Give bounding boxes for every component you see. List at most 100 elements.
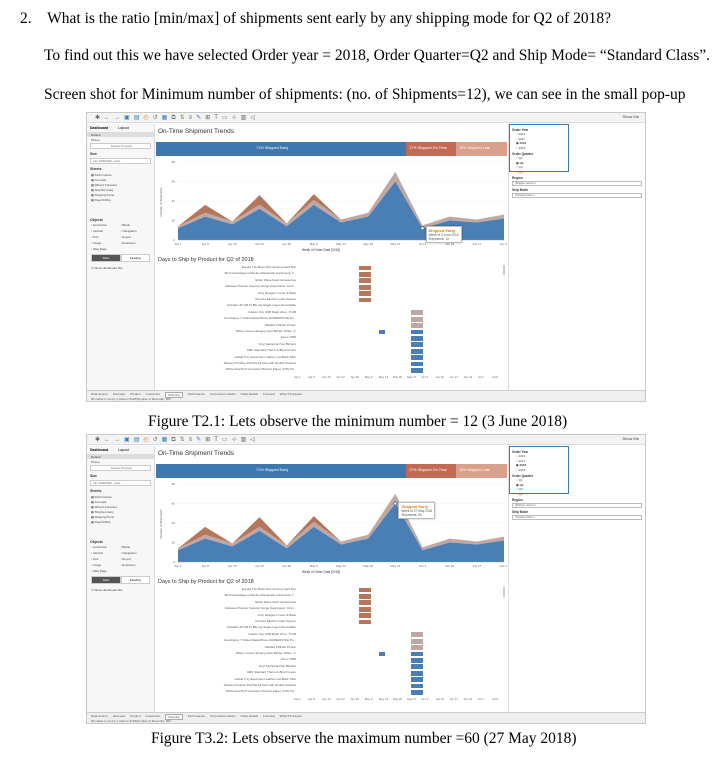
sheet-tab[interactable]: Performance [188, 392, 205, 398]
size-dropdown[interactable]: min 1000x620 - auto [90, 480, 151, 486]
sort-icon[interactable]: ≡ [189, 437, 193, 443]
shipment-status-banner[interactable]: 71% Shipped Early 17% Shipped On Time 12… [156, 142, 507, 156]
sheet-tab[interactable]: Forecast [263, 714, 275, 720]
share-icon[interactable]: ◁ [250, 437, 255, 443]
label-icon[interactable]: T [214, 115, 218, 121]
sheet-tab[interactable]: What If Forecast [280, 714, 302, 720]
object-item[interactable] [121, 247, 151, 251]
gantt-bar[interactable] [411, 664, 424, 670]
gantt-bar[interactable] [411, 645, 424, 650]
forward-icon[interactable]: → [114, 437, 120, 443]
object-item[interactable]: ▫ Extension [121, 563, 151, 567]
gantt-bar[interactable] [411, 361, 424, 367]
swap-icon[interactable]: ⇅ [180, 115, 185, 121]
object-item[interactable]: ▫ Text [91, 557, 121, 561]
gantt-bar[interactable] [411, 677, 424, 682]
gantt-bar[interactable] [378, 651, 385, 657]
gantt-bar[interactable] [358, 291, 371, 296]
gantt-bar[interactable] [358, 271, 371, 277]
gantt-bar[interactable] [411, 632, 424, 638]
object-item[interactable]: ▫ Blank [121, 223, 151, 227]
object-item[interactable]: ▫ Vertical [91, 551, 121, 555]
object-item[interactable]: ▫ Navigation [121, 229, 151, 233]
gantt-bar[interactable] [411, 316, 424, 322]
gantt-bar[interactable] [411, 683, 424, 689]
object-item[interactable]: ▫ Horizontal [91, 223, 121, 227]
group-icon[interactable]: ⊞ [205, 115, 210, 121]
show-me-button[interactable]: Show Me [622, 114, 639, 119]
device-phone[interactable]: Phone [87, 137, 154, 142]
gantt-bar[interactable] [358, 606, 371, 612]
object-item[interactable]: ▫ Text [91, 235, 121, 239]
object-item[interactable]: ▫ Navigation [121, 551, 151, 555]
back-icon[interactable]: ← [104, 437, 110, 443]
region-dropdown[interactable]: (Multiple values) ▾ [512, 503, 642, 508]
series-shipped-ontime-area[interactable] [178, 493, 504, 551]
floating-button[interactable]: Floating [120, 254, 150, 262]
pause-icon[interactable]: ◴ [143, 115, 148, 121]
sheet-tab[interactable]: Order Details [240, 392, 258, 398]
object-item[interactable]: ▫ Horizontal [91, 545, 121, 549]
gantt-bar[interactable] [358, 593, 371, 599]
logo-icon[interactable]: ✱ [95, 115, 100, 121]
back-icon[interactable]: ← [104, 115, 110, 121]
show-me-button[interactable]: Show Me [622, 436, 639, 441]
save-icon[interactable]: ▣ [124, 115, 130, 121]
floating-button[interactable]: Floating [120, 576, 150, 584]
ship-mode-dropdown[interactable]: Standard Class ▾ [512, 515, 642, 520]
sheet-tab[interactable]: Commission Model [210, 714, 236, 720]
sheet-tab[interactable]: What If Forecast [280, 392, 302, 398]
highlight-icon[interactable]: ✎ [196, 437, 201, 443]
tab-layout[interactable]: Layout [118, 448, 129, 452]
gantt-bar[interactable] [411, 355, 424, 360]
forward-icon[interactable]: → [114, 115, 120, 121]
tiled-button[interactable]: Tiled [91, 576, 121, 584]
pin-icon[interactable]: ⊹ [232, 437, 237, 443]
gantt-bar[interactable] [411, 348, 424, 354]
gantt-bar[interactable] [358, 265, 371, 271]
object-item[interactable] [121, 569, 151, 573]
gantt-bar[interactable] [411, 657, 424, 663]
pause-icon[interactable]: ◴ [143, 437, 148, 443]
undo-icon[interactable]: ↺ [153, 115, 158, 121]
series-shipped-early-area[interactable] [178, 503, 504, 563]
new-datasource-icon[interactable]: ▤ [134, 437, 140, 443]
highlighted-point[interactable] [420, 226, 425, 231]
device-phone[interactable]: Phone [87, 459, 154, 464]
gantt-bar[interactable] [411, 670, 424, 676]
gantt-bar[interactable] [411, 342, 424, 348]
object-item[interactable]: ▫ Export [121, 235, 151, 239]
gantt-bar[interactable] [411, 638, 424, 644]
object-item[interactable]: ▫ Web Page [91, 569, 121, 573]
tab-dashboard[interactable]: Dashboard [90, 448, 108, 452]
chart-icon[interactable]: ▥ [241, 115, 247, 121]
sort-icon[interactable]: ≡ [189, 115, 193, 121]
save-icon[interactable]: ▣ [124, 437, 130, 443]
gantt-bar[interactable] [358, 284, 371, 290]
pin-icon[interactable]: ⊹ [232, 115, 237, 121]
gantt-bar[interactable] [411, 310, 424, 316]
new-datasource-icon[interactable]: ▤ [134, 115, 140, 121]
region-dropdown[interactable]: (Multiple values) ▾ [512, 181, 642, 186]
object-item[interactable]: ▫ Image [91, 241, 121, 245]
object-item[interactable]: ▫ Extension [121, 241, 151, 245]
gantt-bar[interactable] [411, 329, 424, 335]
chart-icon[interactable]: ▥ [241, 437, 247, 443]
gantt-bar[interactable] [378, 329, 385, 335]
gantt-bar[interactable] [358, 619, 371, 625]
gantt-bar[interactable] [358, 600, 371, 606]
sheet-item[interactable]: ▦ DaysToShip [87, 519, 154, 524]
logo-icon[interactable]: ✱ [95, 437, 100, 443]
swap-icon[interactable]: ⇅ [180, 437, 185, 443]
duplicate-icon[interactable]: ⧉ [171, 437, 175, 443]
sheet-tab[interactable]: Order Details [240, 714, 258, 720]
sheet-tab[interactable]: Performance [188, 714, 205, 720]
object-item[interactable]: ▫ Blank [121, 545, 151, 549]
object-item[interactable]: ▫ Web Page [91, 247, 121, 251]
label-icon[interactable]: T [214, 437, 218, 443]
gantt-bar[interactable] [358, 278, 371, 284]
series-shipped-ontime-area[interactable] [178, 171, 504, 229]
gantt-bar[interactable] [358, 613, 371, 618]
shipment-status-banner[interactable]: 71% Shipped Early 17% Shipped On Time 12… [156, 464, 507, 478]
show-title-checkbox[interactable]: ☑ Show dashboard title [87, 265, 154, 271]
